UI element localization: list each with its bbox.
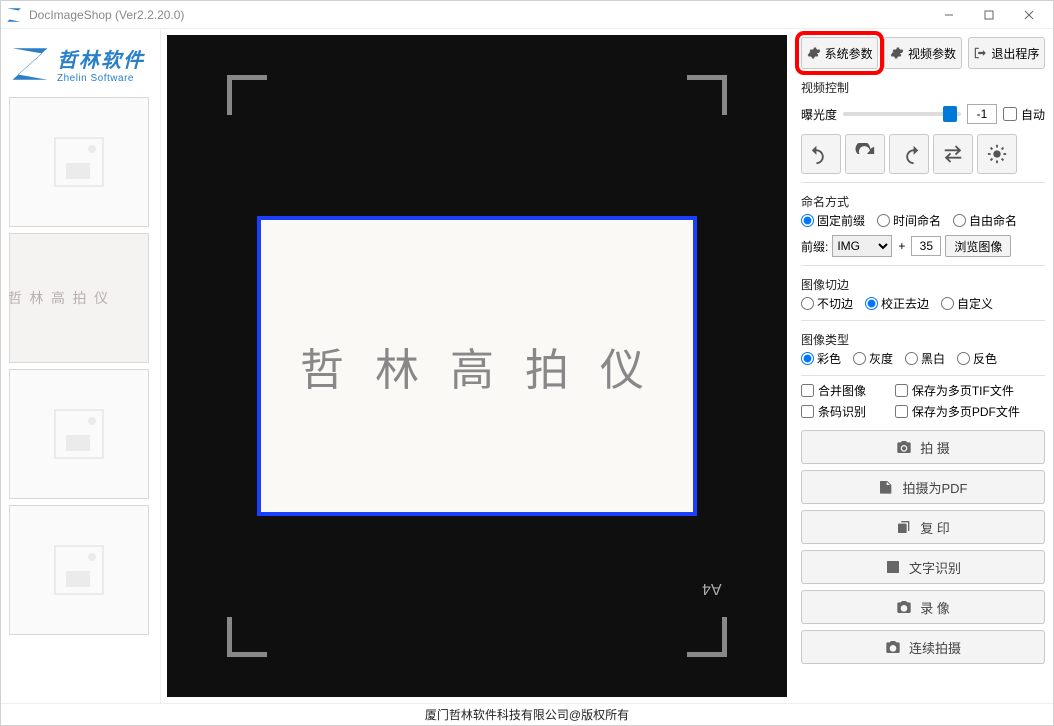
gear-icon [890,46,904,60]
imgtype-bw-radio[interactable]: 黑白 [905,350,945,367]
brand-en: Zhelin Software [57,73,145,84]
brand-cn: 哲林软件 [57,44,145,73]
a4-label: A4 [702,579,722,597]
trim-correct-radio[interactable]: 校正去边 [865,295,929,312]
pdf-icon [878,479,894,495]
rotate-left-icon [810,143,832,165]
trim-none-radio[interactable]: 不切边 [801,295,853,312]
trim-title: 图像切边 [801,274,1045,295]
crop-corner-tr [687,75,727,115]
app-logo-icon [5,6,23,24]
rotate-left-button[interactable] [801,134,841,174]
close-button[interactable] [1009,4,1049,26]
gear-icon [807,46,821,60]
merge-checkbox[interactable]: 合并图像 [801,382,895,399]
center-panel: A4 哲 林 高 拍 仪 [161,29,793,703]
brand-logo-icon [9,43,51,85]
exposure-label: 曝光度 [801,106,837,123]
browse-images-button[interactable]: 浏览图像 [945,235,1011,257]
camera-icon [885,639,901,655]
exit-icon [973,46,987,60]
rotate-right-icon [898,143,920,165]
thumbnail-preview[interactable]: 哲 林 高 拍 仪 [9,233,149,363]
refresh-icon [854,143,876,165]
titlebar: DocImageShop (Ver2.2.20.0) [1,1,1053,29]
copy-button[interactable]: 复 印 [801,510,1045,544]
refresh-button[interactable] [845,134,885,174]
right-panel: 系统参数 视频参数 退出程序 视频控制 曝光度 自动 [793,29,1053,703]
detected-document: 哲 林 高 拍 仪 [257,216,697,516]
thumbnail-placeholder[interactable] [9,97,149,227]
prefix-label: 前缀: [801,238,828,255]
exposure-slider[interactable] [843,112,961,116]
crop-corner-br [687,617,727,657]
imgtype-invert-radio[interactable]: 反色 [957,350,997,367]
thumbnail-placeholder[interactable] [9,369,149,499]
prefix-select[interactable]: IMG [832,235,892,257]
video-control-title: 视频控制 [801,77,1045,98]
document-handwriting: 哲 林 高 拍 仪 [300,334,654,398]
naming-title: 命名方式 [801,191,1045,212]
ocr-icon [885,559,901,575]
trim-custom-radio[interactable]: 自定义 [941,295,993,312]
brightness-icon [986,143,1008,165]
brand: 哲林软件 Zhelin Software [9,35,152,93]
thumbnail-placeholder[interactable] [9,505,149,635]
system-settings-button[interactable]: 系统参数 [801,37,878,69]
flip-button[interactable] [933,134,973,174]
imgtype-gray-radio[interactable]: 灰度 [853,350,893,367]
app-title: DocImageShop (Ver2.2.20.0) [29,8,929,22]
ocr-button[interactable]: 文字识别 [801,550,1045,584]
statusbar: 厦门哲林软件科技有限公司@版权所有 [1,703,1053,725]
pdf-checkbox[interactable]: 保存为多页PDF文件 [895,403,1045,420]
capture-button[interactable]: 拍 摄 [801,430,1045,464]
naming-custom-radio[interactable]: 自由命名 [953,212,1017,229]
minimize-button[interactable] [929,4,969,26]
camera-icon [896,599,912,615]
copy-icon [896,519,912,535]
brightness-button[interactable] [977,134,1017,174]
rotate-right-button[interactable] [889,134,929,174]
crop-corner-bl [227,617,267,657]
prefix-counter-input[interactable] [911,236,941,256]
maximize-button[interactable] [969,4,1009,26]
copyright-text: 厦门哲林软件科技有限公司@版权所有 [425,706,629,723]
continuous-capture-button[interactable]: 连续拍摄 [801,630,1045,664]
exposure-auto-checkbox[interactable]: 自动 [1003,106,1045,123]
crop-corner-tl [227,75,267,115]
imgtype-title: 图像类型 [801,329,1045,350]
capture-pdf-button[interactable]: 拍摄为PDF [801,470,1045,504]
camera-icon [896,439,912,455]
naming-time-radio[interactable]: 时间命名 [877,212,941,229]
camera-viewport[interactable]: A4 哲 林 高 拍 仪 [167,35,787,697]
tif-checkbox[interactable]: 保存为多页TIF文件 [895,382,1045,399]
record-button[interactable]: 录 像 [801,590,1045,624]
barcode-checkbox[interactable]: 条码识别 [801,403,895,420]
flip-icon [942,143,964,165]
video-settings-button[interactable]: 视频参数 [884,37,961,69]
naming-fixed-radio[interactable]: 固定前缀 [801,212,865,229]
imgtype-color-radio[interactable]: 彩色 [801,350,841,367]
left-sidebar: 哲林软件 Zhelin Software 哲 林 高 拍 仪 [1,29,161,703]
exit-button[interactable]: 退出程序 [968,37,1045,69]
exposure-value-input[interactable] [967,104,997,124]
